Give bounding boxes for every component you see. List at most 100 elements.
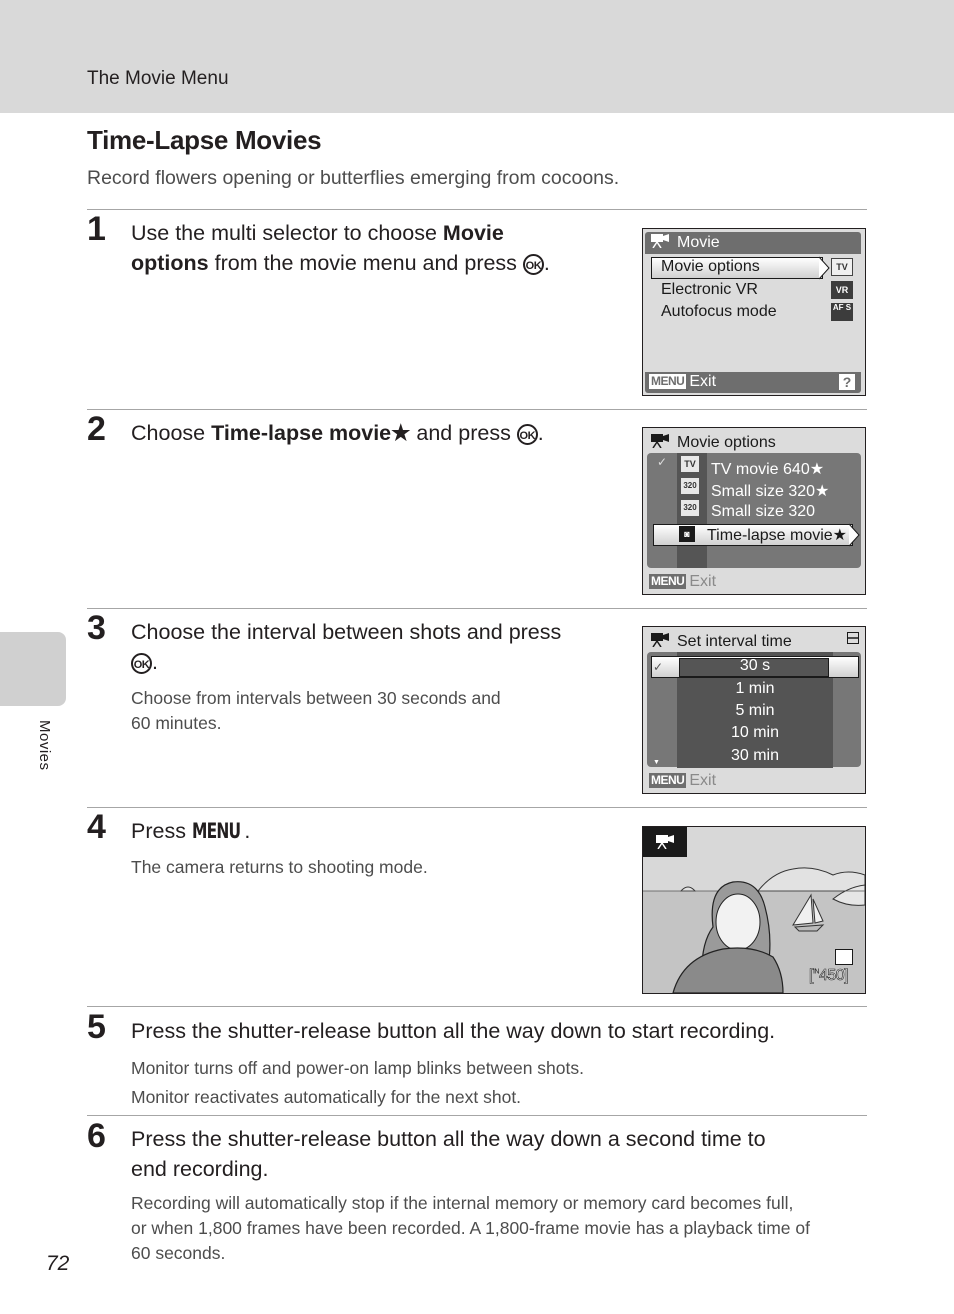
- tv-movie-icon: TV: [681, 456, 699, 472]
- step-instruction: Press MENU.: [131, 816, 250, 847]
- text: Press the shutter-release button all the…: [131, 1127, 766, 1151]
- screen-title-text: Movie options: [677, 434, 776, 451]
- ok-button-icon: OK: [131, 653, 152, 674]
- exit-label: Exit: [689, 373, 717, 390]
- text: .: [244, 819, 251, 843]
- small-size-icon: 320: [681, 478, 699, 494]
- step-instruction: Press the shutter-release button all the…: [131, 1019, 776, 1043]
- movie-camera-icon: [651, 234, 669, 248]
- note-line: Choose from intervals between 30 seconds…: [131, 688, 501, 708]
- side-tab-label: Movies: [36, 720, 53, 771]
- text: Use the multi selector to choose: [131, 221, 443, 245]
- movie-camera-icon: [651, 434, 669, 448]
- step-note: Monitor turns off and power-on lamp blin…: [131, 1054, 584, 1112]
- note-line: 60 seconds.: [131, 1243, 226, 1263]
- option-time-lapse-movie[interactable]: Time-lapse movie★: [707, 525, 847, 545]
- step-number: 6: [87, 1117, 106, 1155]
- scroll-down-icon: ▼: [653, 759, 660, 766]
- movie-camera-icon: [651, 633, 669, 647]
- header-band: [0, 0, 954, 113]
- step-instruction: Choose Time-lapse movie★ and press OK.: [131, 418, 544, 448]
- menu-button-icon: MENU: [649, 374, 687, 389]
- divider: [87, 608, 867, 609]
- page-title: Time-Lapse Movies: [87, 125, 322, 155]
- interval-option[interactable]: 10 min: [677, 724, 833, 742]
- options-list: ✓ TV 320 320 TV movie 640★ Small size 32…: [647, 453, 861, 568]
- text: and press: [410, 421, 517, 445]
- step-number: 3: [87, 609, 106, 647]
- page-number: 72: [46, 1252, 70, 1275]
- interval-option[interactable]: 30 s: [677, 657, 833, 675]
- checkmark-icon: ✓: [653, 660, 664, 674]
- screen-footer: MENU Exit ?: [645, 372, 861, 393]
- step-instruction: Choose the interval between shots and pr…: [131, 617, 561, 677]
- step-note: The camera returns to shooting mode.: [131, 857, 428, 877]
- remaining-count: 450: [818, 967, 845, 985]
- movie-mode-indicator: [643, 827, 687, 857]
- movie-camera-icon: [656, 835, 674, 849]
- interval-option[interactable]: 5 min: [677, 702, 833, 720]
- divider: [87, 807, 867, 808]
- selection-arrow-icon: [849, 523, 860, 547]
- remaining-frames: [IN450]: [809, 967, 849, 985]
- exit-label: Exit: [689, 772, 717, 789]
- exit-label: Exit: [689, 573, 717, 590]
- screen-title: Set interval time: [651, 633, 792, 651]
- text: end recording.: [131, 1157, 269, 1181]
- menu-item-movie-options[interactable]: Movie options: [661, 258, 760, 276]
- menu-item-electronic-vr[interactable]: Electronic VR: [661, 281, 758, 299]
- text: from the movie menu and press: [208, 251, 523, 275]
- text: .: [537, 421, 544, 445]
- ok-button-icon: OK: [522, 254, 544, 275]
- page-subtitle: Record flowers opening or butterflies em…: [87, 167, 620, 189]
- note-line: Recording will automatically stop if the…: [131, 1193, 794, 1213]
- text: .: [543, 251, 550, 275]
- checkmark-icon: ✓: [657, 455, 668, 469]
- camera-screen-shooting-mode: [IN450]: [642, 826, 866, 994]
- option-tv-movie-640[interactable]: TV movie 640★: [711, 459, 824, 479]
- option-small-size-320-star[interactable]: Small size 320★: [711, 481, 829, 501]
- screen-title-text: Movie: [677, 234, 720, 251]
- selection-arrow-icon: [819, 256, 830, 280]
- note-line: Monitor turns off and power-on lamp blin…: [131, 1058, 584, 1078]
- af-mode-icon: AF S: [831, 303, 853, 321]
- camera-screen-movie-options: Movie options ✓ TV 320 320 TV movie 640★…: [642, 427, 866, 595]
- camera-screen-movie-menu: Movie Movie options Electronic VR Autofo…: [642, 228, 866, 396]
- screen-title: Movie: [651, 234, 720, 252]
- help-icon: ?: [839, 374, 855, 390]
- camera-screen-interval: Set interval time ✓ 30 s 1 min 5 min 10 …: [642, 626, 866, 794]
- screen-titlebar: Movie: [645, 232, 861, 254]
- section-title: The Movie Menu: [87, 68, 229, 89]
- step-instruction: Use the multi selector to choose Movie o…: [131, 218, 550, 278]
- bold-text: Movie: [442, 221, 504, 245]
- divider: [87, 1115, 867, 1116]
- screen-title: Movie options: [651, 434, 776, 452]
- step-number: 4: [87, 808, 106, 846]
- text: Choose: [131, 421, 212, 445]
- interval-option[interactable]: 1 min: [677, 680, 833, 698]
- side-tab: [0, 632, 66, 706]
- small-size-icon: 320: [681, 500, 699, 516]
- step-note: Choose from intervals between 30 seconds…: [131, 686, 501, 736]
- time-lapse-icon: ◙: [679, 526, 695, 542]
- step-note: Recording will automatically stop if the…: [131, 1191, 810, 1266]
- bold-text: Time-lapse movie★: [211, 421, 411, 445]
- scroll-indicator-icon: [847, 632, 859, 644]
- interval-option[interactable]: 30 min: [677, 747, 833, 765]
- step-instruction: Press the shutter-release button all the…: [131, 1124, 766, 1184]
- menu-button-label: MENU: [191, 819, 241, 844]
- note-line: Monitor reactivates automatically for th…: [131, 1087, 522, 1107]
- divider: [87, 209, 867, 210]
- text: Press: [131, 819, 192, 843]
- menu-item-autofocus-mode[interactable]: Autofocus mode: [661, 303, 777, 321]
- tv-movie-icon: TV: [831, 258, 853, 276]
- ok-button-icon: OK: [516, 424, 538, 445]
- menu-button-icon: MENU: [649, 773, 687, 788]
- option-small-size-320[interactable]: Small size 320: [711, 503, 815, 521]
- bold-text: options: [131, 251, 209, 275]
- text: Choose the interval between shots and pr…: [131, 620, 562, 644]
- vr-icon: VR: [831, 281, 853, 299]
- exit-hint: MENU Exit: [649, 373, 716, 391]
- step-number: 2: [87, 410, 106, 448]
- screen-title-text: Set interval time: [677, 633, 792, 650]
